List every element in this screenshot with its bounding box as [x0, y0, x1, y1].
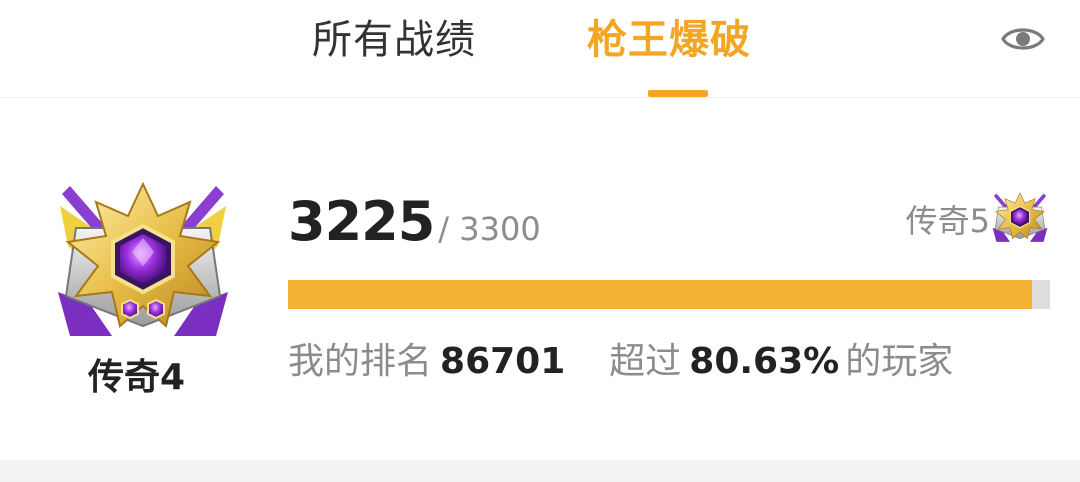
score-max: / 3300 [438, 210, 541, 248]
rank-progress-fill [288, 280, 1033, 309]
ranking-value: 86701 [440, 341, 566, 382]
players-suffix: 的玩家 [845, 341, 954, 382]
current-score: 3225 [288, 190, 435, 253]
exceed-percentage: 80.63% [689, 341, 840, 382]
current-rank-name: 传奇4 [88, 357, 186, 398]
eye-icon[interactable] [1000, 22, 1046, 56]
section-divider [0, 460, 1080, 482]
tab-all-records[interactable]: 所有战绩 [312, 14, 476, 66]
tab-bar: 所有战绩 枪王爆破 [0, 0, 1080, 98]
next-rank-label: 传奇5 [905, 202, 990, 240]
active-tab-indicator [648, 90, 708, 97]
tab-gun-king-demolition[interactable]: 枪王爆破 [587, 14, 751, 66]
rank-progress-bar [288, 280, 1050, 309]
score-display: 3225/ 3300 [288, 190, 541, 253]
next-rank: 传奇5 [906, 190, 1050, 248]
next-rank-badge-icon [992, 192, 1048, 242]
exceed-label: 超过 [609, 341, 682, 382]
rank-panel: 所有战绩 枪王爆破 传奇4 3225 / 3300 传奇5 我的排名 86701… [0, 0, 1080, 482]
ranking-label: 我的排名 [288, 341, 433, 382]
legend-rank-badge-icon [58, 181, 228, 336]
ranking-stats: 我的排名 86701 超过 80.63% 的玩家 [288, 336, 953, 388]
